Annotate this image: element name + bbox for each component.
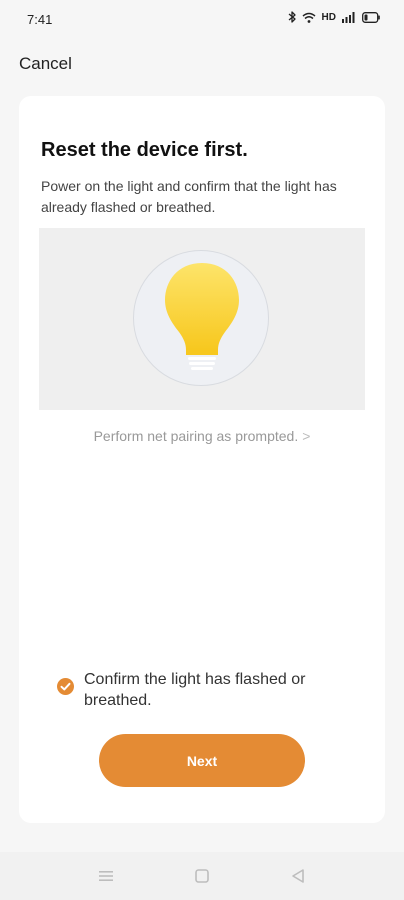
bluetooth-icon <box>288 11 296 23</box>
back-icon[interactable] <box>287 866 309 886</box>
page-title: Reset the device first. <box>41 139 248 161</box>
status-icons: HD <box>288 11 380 23</box>
battery-icon <box>362 11 380 23</box>
signal-icon <box>342 11 356 23</box>
cancel-button[interactable]: Cancel <box>19 54 72 74</box>
wifi-icon <box>302 12 316 23</box>
checkmark-icon[interactable] <box>57 678 74 695</box>
status-time: 7:41 <box>27 12 53 27</box>
net-pairing-link-label: Perform net pairing as prompted. <box>93 428 299 444</box>
hd-indicator: HD <box>321 11 336 23</box>
screen: 7:41 HD Cancel Reset the device first. P… <box>0 0 404 900</box>
chevron-right-icon: > <box>302 428 311 444</box>
status-bar: 7:41 HD <box>0 0 404 40</box>
confirm-label: Confirm the light has flashed or breathe… <box>84 671 306 709</box>
instruction-card: Reset the device first. Power on the lig… <box>19 96 385 823</box>
net-pairing-link[interactable]: Perform net pairing as prompted. > <box>19 428 385 444</box>
instruction-text: Power on the light and confirm that the … <box>41 178 337 215</box>
illustration-panel <box>39 228 365 410</box>
system-nav-bar <box>0 852 404 900</box>
light-bulb-icon <box>133 250 269 386</box>
home-icon[interactable] <box>191 866 213 886</box>
menu-icon[interactable] <box>95 866 117 886</box>
confirm-checkbox-row[interactable]: Confirm the light has flashed or breathe… <box>57 669 357 711</box>
next-button[interactable]: Next <box>99 734 305 787</box>
